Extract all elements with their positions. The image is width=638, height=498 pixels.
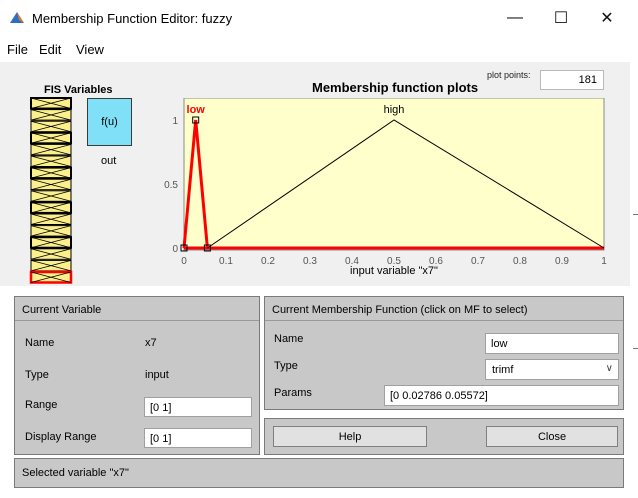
mf-name-label: Name [274, 333, 304, 345]
membership-function-plot[interactable]: 0 0.1 0.2 0.3 0.4 0.5 0.6 0.7 0.8 0.9 100.51 low hi… [150, 98, 625, 278]
current-variable-panel: Current Variable Name x7 Type input Rang… [14, 296, 260, 455]
mf-label-low[interactable]: low [187, 104, 206, 116]
menu-bar: File Edit View [0, 38, 638, 60]
menu-file[interactable]: File [7, 42, 28, 57]
output-function-icon[interactable]: f(u) [87, 98, 132, 146]
variable-type-label: Type [25, 369, 49, 381]
x-tick-label: 1 [601, 256, 607, 267]
edge-divider [633, 214, 638, 215]
variable-name-value: x7 [145, 337, 157, 349]
mf-type-select[interactable]: trimf ∨ [485, 359, 619, 380]
x-tick-label: 0.7 [471, 256, 485, 267]
window-title: Membership Function Editor: fuzzy [32, 11, 233, 26]
x-tick-label: 0 [181, 256, 187, 267]
matlab-icon [10, 12, 24, 23]
plot-axes-area[interactable] [183, 98, 605, 251]
mf-params-field[interactable]: [0 0.02786 0.05572] [384, 385, 619, 406]
button-panel: Help Close [264, 418, 624, 455]
mf-name-field[interactable]: low [485, 333, 619, 354]
y-tick-label: 1 [172, 116, 178, 127]
edge-divider [633, 348, 638, 349]
help-button[interactable]: Help [273, 426, 427, 447]
maximize-button[interactable]: ☐ [538, 0, 584, 36]
output-name-label: out [101, 155, 117, 167]
current-mf-panel: Current Membership Function (click on MF… [264, 296, 624, 410]
panel-divider [15, 320, 259, 321]
variable-type-value: input [145, 369, 169, 381]
x-tick-label: 0.9 [555, 256, 569, 267]
close-window-button[interactable]: ✕ [584, 0, 630, 36]
close-button[interactable]: Close [486, 426, 618, 447]
chevron-down-icon: ∨ [605, 363, 613, 374]
x-axis-label: input variable "x7" [350, 265, 438, 277]
current-mf-header: Current Membership Function (click on MF… [272, 304, 528, 316]
plot-title: Membership function plots [312, 80, 479, 95]
fis-variables-title: FIS Variables [44, 84, 113, 96]
menu-view[interactable]: View [76, 42, 104, 57]
x-tick-label: 0.8 [513, 256, 527, 267]
window-edge [630, 62, 638, 498]
input-variable-stack-icon[interactable] [28, 96, 74, 288]
output-block-label: f(u) [101, 116, 118, 128]
menu-edit[interactable]: Edit [39, 42, 61, 57]
range-label: Range [25, 399, 58, 411]
plot-points-input[interactable]: 181 [540, 70, 604, 90]
status-bar: Selected variable "x7" [14, 458, 624, 488]
display-range-field[interactable]: [0 1] [144, 428, 252, 448]
x-tick-label: 0.1 [219, 256, 233, 267]
mf-type-label: Type [274, 360, 298, 372]
status-text: Selected variable "x7" [22, 467, 129, 479]
mf-label-high[interactable]: high [384, 104, 405, 116]
variable-name-label: Name [25, 337, 55, 349]
x-tick-label: 0.3 [303, 256, 317, 267]
display-range-label: Display Range [25, 431, 97, 443]
title-bar: Membership Function Editor: fuzzy — ☐ ✕ [0, 0, 638, 36]
y-tick-label: 0 [172, 244, 178, 255]
mf-type-value: trimf [492, 364, 514, 376]
panel-divider [265, 320, 623, 321]
minimize-button[interactable]: — [492, 0, 538, 36]
current-variable-header: Current Variable [22, 304, 102, 316]
plot-points-label: plot points: [487, 70, 531, 80]
range-field[interactable]: [0 1] [144, 397, 252, 417]
y-tick-label: 0.5 [164, 180, 178, 191]
x-tick-label: 0.2 [261, 256, 275, 267]
mf-params-label: Params [274, 387, 312, 399]
